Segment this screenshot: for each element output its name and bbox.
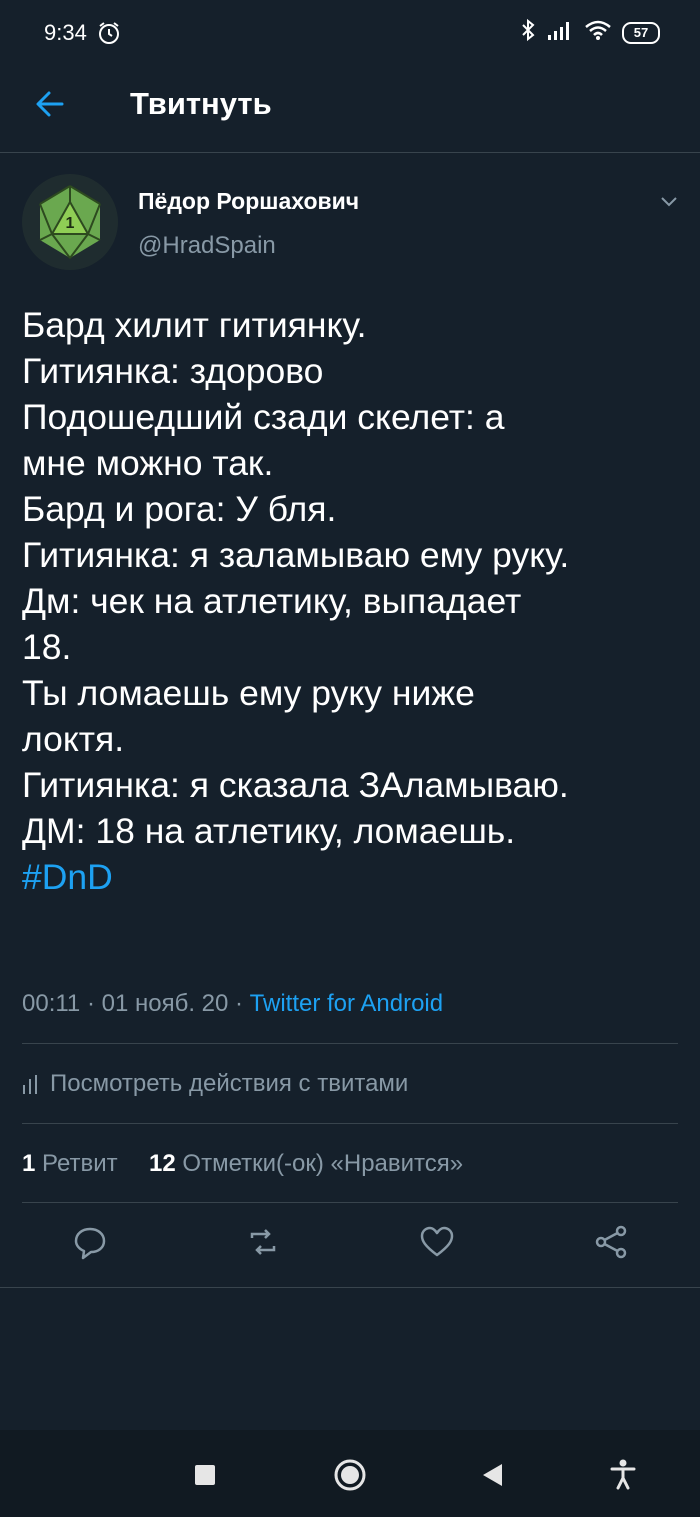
view-activity-label: Посмотреть действия с твитами: [50, 1070, 409, 1097]
tweet-source-link[interactable]: Twitter for Android: [250, 990, 443, 1017]
system-nav-bar: [0, 1430, 700, 1517]
hashtag-link[interactable]: #DnD: [22, 854, 682, 900]
triangle-back-icon: [483, 1464, 502, 1486]
likes-label: Отметки(-ок) «Нравится»: [182, 1150, 464, 1177]
tweet-line: локтя.: [22, 719, 125, 759]
alarm-icon: [96, 20, 122, 52]
retweet-button[interactable]: [243, 1222, 283, 1262]
retweets-count: 1: [22, 1150, 36, 1177]
retweets-stat[interactable]: 1 Ретвит: [22, 1150, 118, 1177]
status-icons: 57: [520, 18, 660, 48]
tweet-line: мне можно так.: [22, 443, 274, 483]
tweet-text: Бард хилит гитиянку. Гитиянка: здорово П…: [22, 302, 682, 900]
tweet-stats: 1 Ретвит 12 Отметки(-ок) «Нравится»: [22, 1150, 463, 1178]
tweet-line: 18.: [22, 627, 72, 667]
die-number: 1: [66, 215, 75, 232]
back-button[interactable]: [30, 84, 70, 124]
divider: [0, 1287, 700, 1288]
divider: [22, 1123, 678, 1124]
speech-bubble-icon: [74, 1227, 106, 1260]
divider: [22, 1202, 678, 1203]
tweet-line: Дм: чек на атлетику, выпадает: [22, 581, 522, 621]
reply-button[interactable]: [70, 1222, 110, 1262]
author-name[interactable]: Пёдор Роршахович: [138, 188, 359, 215]
signal-icon: [546, 19, 574, 47]
home-button[interactable]: [333, 1458, 367, 1497]
bar-chart-icon: [23, 1075, 37, 1094]
tweet-line: Ты ломаешь ему руку ниже: [22, 673, 475, 713]
recents-button[interactable]: [194, 1464, 216, 1491]
tweet-line: Гитиянка: здорово: [22, 351, 324, 391]
bluetooth-icon: [520, 18, 536, 48]
accessibility-icon: [610, 1459, 636, 1490]
wifi-icon: [584, 19, 612, 47]
top-app-bar: Твитнуть: [0, 64, 700, 153]
tweet-line: Бард и рога: У бля.: [22, 489, 337, 529]
share-icon: [595, 1225, 627, 1259]
likes-stat[interactable]: 12 Отметки(-ок) «Нравится»: [149, 1150, 463, 1177]
tweet-line: Гитиянка: я сказала ЗАламываю.: [22, 765, 569, 805]
status-time: 9:34: [44, 20, 87, 45]
author-handle[interactable]: @HradSpain: [138, 232, 276, 260]
retweets-label: Ретвит: [42, 1150, 118, 1177]
view-activity-button[interactable]: Посмотреть действия с твитами: [22, 1070, 408, 1098]
tweet-meta: 00:11 · 01 нояб. 20 · Twitter for Androi…: [22, 990, 443, 1018]
arrow-left-icon: [36, 91, 64, 117]
heart-icon: [420, 1226, 454, 1257]
tweet-actions: [0, 1222, 700, 1272]
divider: [22, 1043, 678, 1044]
battery-indicator: 57: [622, 22, 660, 44]
share-button[interactable]: [592, 1222, 632, 1262]
retweet-icon: [250, 1229, 276, 1255]
d20-die-icon: 1: [22, 174, 118, 270]
square-icon: [195, 1465, 215, 1485]
accessibility-button[interactable]: [608, 1458, 638, 1495]
tweet-line: Подошедший сзади скелет: а: [22, 397, 505, 437]
avatar[interactable]: 1: [22, 174, 118, 270]
tweet-timestamp: 00:11 · 01 нояб. 20 ·: [22, 990, 250, 1017]
home-circle-icon: [334, 1459, 366, 1491]
tweet-line: Гитиянка: я заламываю ему руку.: [22, 535, 570, 575]
more-options-button[interactable]: [654, 190, 684, 214]
like-button[interactable]: [417, 1222, 457, 1262]
tweet-line: Бард хилит гитиянку.: [22, 305, 367, 345]
page-title: Твитнуть: [130, 86, 272, 121]
tweet-line: ДМ: 18 на атлетику, ломаешь.: [22, 811, 516, 851]
likes-count: 12: [149, 1150, 176, 1177]
status-bar: 9:34 57: [0, 0, 700, 64]
back-nav-button[interactable]: [480, 1462, 504, 1493]
chevron-down-icon: [661, 197, 677, 207]
